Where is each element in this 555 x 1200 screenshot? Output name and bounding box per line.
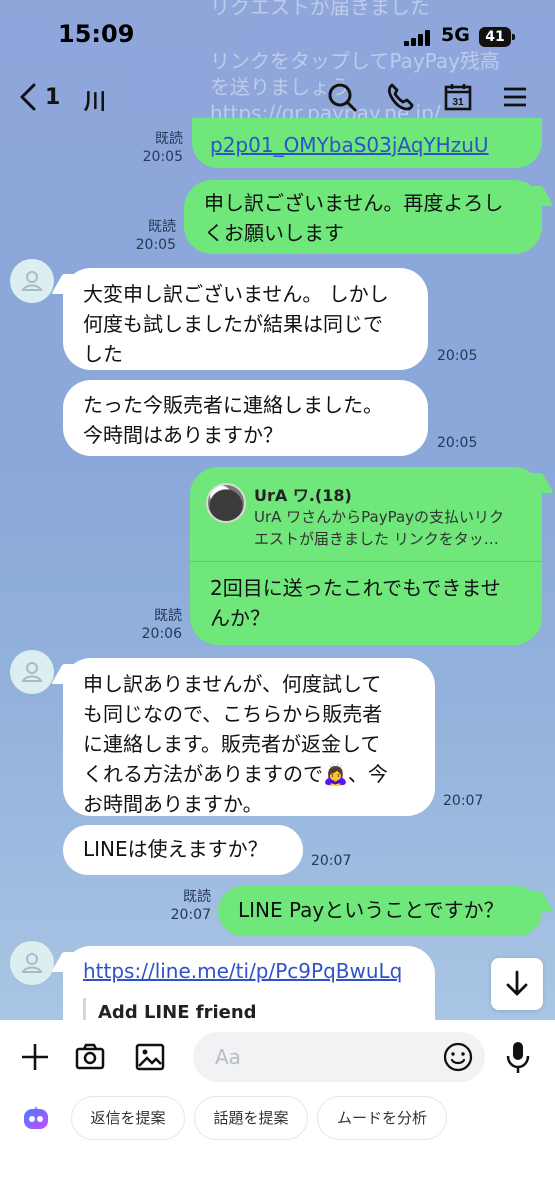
phone-icon[interactable]: [383, 80, 417, 114]
message-line: んか？: [210, 606, 270, 630]
quoted-avatar: [206, 483, 246, 523]
calendar-icon[interactable]: 31: [441, 80, 475, 114]
message-line: も同じなので、こちらから販売者: [83, 702, 383, 726]
message-line: くれる方法がありますので🙇‍♀️、今: [83, 762, 388, 786]
sent-message-bubble[interactable]: LINE Payということですか？: [218, 886, 542, 936]
contact-avatar[interactable]: [10, 941, 54, 985]
message-time: 20:07: [443, 793, 484, 809]
contact-avatar[interactable]: [10, 259, 54, 303]
back-icon[interactable]: [16, 80, 40, 114]
message-time: 20:05: [142, 149, 183, 165]
plus-icon[interactable]: [18, 1040, 52, 1074]
received-message-bubble[interactable]: 大変申し訳ございません。 しかし 何度も試しましたが結果は同じで した: [63, 268, 428, 370]
message-meta: 既読 20:06: [140, 607, 182, 643]
message-text: 2回目に送ったこれでもできませ んか？: [210, 573, 501, 633]
message-line: 大変申し訳ございません。 しかし: [83, 282, 389, 306]
message-meta: 既読 20:05: [138, 130, 183, 166]
signal-icon: [404, 30, 434, 46]
chat-header: 1 川 31: [0, 72, 555, 124]
message-input[interactable]: Aa: [193, 1032, 485, 1082]
quoted-line: UrA ワさんからPayPayの支払いリク: [254, 508, 505, 526]
message-meta: 既読 20:07: [169, 888, 211, 924]
sent-link-bubble[interactable]: p2p01_OMYbaS03jAqYHzuU: [192, 118, 542, 168]
message-time: 20:07: [311, 853, 352, 869]
message-line: 2回目に送ったこれでもできませ: [210, 576, 501, 600]
message-link[interactable]: p2p01_OMYbaS03jAqYHzuU: [210, 133, 489, 157]
sent-message-bubble[interactable]: 申し訳ございません。再度よろし くお願いします: [184, 180, 542, 254]
status-time: 15:09: [58, 20, 135, 48]
message-line: LINEは使えますか？: [83, 837, 268, 861]
emoji-icon[interactable]: [441, 1040, 475, 1074]
suggestion-chip[interactable]: 話題を提案: [194, 1096, 308, 1140]
message-time: 20:05: [135, 237, 176, 253]
camera-icon[interactable]: [73, 1040, 107, 1074]
read-receipt: 既読: [154, 608, 182, 624]
message-meta: 既読 20:05: [134, 218, 176, 254]
unread-count[interactable]: 1: [45, 85, 60, 110]
message-line: お時間ありますか。: [83, 792, 263, 816]
message-line: くお願いします: [204, 221, 344, 245]
read-receipt: 既読: [155, 131, 183, 147]
message-composer: Aa 返信を提案 話題を提案 ムードを分析: [0, 1020, 555, 1200]
message-link[interactable]: https://line.me/ti/p/Pc9PqBwuLq: [83, 956, 435, 986]
message-line: LINE Payということですか？: [238, 898, 504, 922]
svg-text:31: 31: [452, 97, 464, 108]
received-message-bubble[interactable]: 申し訳ありませんが、何度試して も同じなので、こちらから販売者 に連絡します。販…: [63, 658, 435, 816]
message-time: 20:06: [141, 626, 182, 642]
suggestion-chip[interactable]: ムードを分析: [317, 1096, 447, 1140]
received-message-bubble[interactable]: LINEは使えますか？: [63, 825, 303, 875]
quote-divider: [190, 561, 542, 562]
received-message-bubble[interactable]: たった今販売者に連絡しました。 今時間はありますか？: [63, 380, 428, 456]
message-line: 申し訳ございません。再度よろし: [204, 191, 504, 215]
message-line: に連絡します。販売者が返金して: [83, 732, 381, 756]
mic-icon[interactable]: [501, 1039, 535, 1075]
read-receipt: 既読: [148, 219, 176, 235]
status-bar: 15:09 5G 41: [0, 0, 555, 72]
ai-assistant-icon[interactable]: [22, 1105, 50, 1133]
suggestion-chip[interactable]: 返信を提案: [71, 1096, 185, 1140]
chat-title: 川: [84, 90, 107, 115]
message-line: 今時間はありますか？: [83, 423, 283, 447]
quoted-line: エストが届きました リンクをタッ…: [254, 530, 499, 548]
message-line: たった今販売者に連絡しました。: [83, 393, 383, 417]
message-line: した: [83, 342, 123, 366]
network-label: 5G: [441, 24, 470, 46]
image-icon[interactable]: [133, 1040, 167, 1074]
battery-icon: 41: [479, 27, 515, 47]
read-receipt: 既読: [183, 889, 211, 905]
message-line: 何度も試しましたが結果は同じで: [83, 312, 383, 336]
quoted-message-preview: UrA ワさんからPayPayの支払いリク エストが届きました リンクをタッ…: [254, 506, 524, 550]
message-time: 20:05: [437, 435, 478, 451]
message-time: 20:05: [437, 348, 478, 364]
message-time: 20:07: [170, 907, 211, 923]
message-line: 申し訳ありませんが、何度試して: [83, 672, 382, 696]
menu-icon[interactable]: [498, 80, 532, 114]
search-icon[interactable]: [325, 80, 359, 114]
sent-reply-bubble[interactable]: UrA ワ.(18) UrA ワさんからPayPayの支払いリク エストが届きま…: [190, 467, 542, 645]
input-placeholder: Aa: [215, 1045, 241, 1069]
scroll-down-icon[interactable]: [491, 958, 543, 1010]
contact-avatar[interactable]: [10, 650, 54, 694]
